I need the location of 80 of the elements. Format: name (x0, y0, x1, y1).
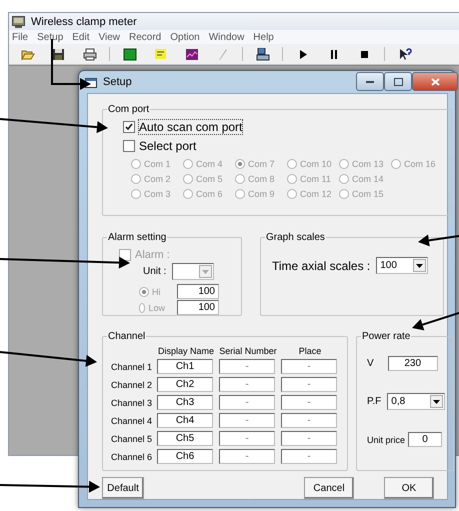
menu-item[interactable]: Record (129, 32, 162, 42)
field-label: Unit price (367, 434, 406, 444)
checkbox[interactable] (123, 120, 135, 132)
monitor-icon (12, 16, 25, 28)
column-header: Display Name (157, 346, 215, 356)
folder-icon[interactable] (20, 48, 34, 60)
square-icon[interactable] (122, 48, 136, 60)
ok-button[interactable]: OK (384, 477, 434, 499)
printer-icon[interactable] (82, 48, 96, 60)
place-field[interactable]: - (281, 377, 337, 392)
place-field[interactable]: - (281, 359, 337, 374)
checkbox[interactable] (123, 140, 135, 152)
checkbox-label: Alarm : (135, 248, 170, 260)
group-label: Graph scales (265, 232, 326, 243)
help-icon[interactable] (398, 48, 412, 60)
minimize-button[interactable] (356, 72, 384, 91)
menu-item[interactable]: Edit (72, 32, 90, 42)
computer-icon[interactable] (256, 48, 270, 60)
checkbox-label[interactable]: Auto scan com port (139, 120, 242, 134)
name-field[interactable]: Ch2 (157, 377, 213, 392)
serial-field[interactable]: - (219, 413, 275, 428)
field-label: V (367, 358, 374, 369)
menu-item[interactable]: Setup (37, 32, 64, 42)
place-field[interactable]: - (281, 413, 337, 428)
field-label: Time axial scales : (272, 258, 370, 272)
column-header: Place (298, 346, 322, 356)
place-field[interactable]: - (281, 431, 337, 446)
default-button[interactable]: Default (102, 477, 144, 499)
channel-label: Channel 1 (111, 362, 153, 372)
menu-item[interactable]: Option (170, 32, 200, 42)
channel-label: Channel 4 (111, 416, 153, 426)
serial-field[interactable]: - (219, 377, 275, 392)
group-label: Channel (107, 331, 146, 342)
dropdown-arrow-icon[interactable] (416, 264, 424, 268)
channel-label: Channel 3 (111, 398, 153, 408)
serial-field[interactable]: - (219, 395, 275, 410)
unit-dropdown[interactable] (172, 263, 214, 280)
scale-dropdown[interactable]: 100 (376, 257, 428, 274)
name-field[interactable]: Ch6 (157, 449, 213, 464)
chart-icon[interactable] (184, 48, 198, 60)
voltage-field[interactable]: 230 (388, 356, 438, 371)
serial-field[interactable]: - (219, 359, 275, 374)
save-icon[interactable] (52, 48, 66, 60)
price-field[interactable]: 0 (408, 432, 442, 447)
name-field[interactable]: Ch4 (157, 413, 213, 428)
column-header: Serial Number (219, 346, 277, 356)
serial-field[interactable]: - (219, 449, 275, 464)
menu-item[interactable]: View (98, 32, 120, 42)
note-icon[interactable] (154, 48, 168, 60)
channel-label: Channel 2 (111, 380, 153, 390)
name-field[interactable]: Ch1 (157, 359, 213, 374)
close-button[interactable] (412, 72, 458, 91)
group-label: Alarm setting (107, 232, 168, 243)
check-icon (125, 122, 133, 130)
group-label: Power rate (361, 331, 412, 342)
maximize-button[interactable] (384, 72, 412, 91)
checkbox-label[interactable]: Select port (139, 138, 196, 152)
dialog-title: Setup (103, 76, 132, 88)
maximize-icon (394, 78, 402, 86)
close-icon (430, 78, 440, 86)
menu-item[interactable]: Window (208, 32, 244, 42)
serial-field[interactable]: - (219, 431, 275, 446)
pointer-arrow (412, 312, 459, 330)
channel-label: Channel 6 (111, 452, 153, 462)
place-field[interactable]: - (281, 395, 337, 410)
field-label: P.F (367, 396, 382, 407)
dropdown-arrow-icon[interactable] (433, 400, 440, 404)
name-field[interactable]: Ch5 (157, 431, 213, 446)
group-label: Com port (107, 104, 150, 115)
place-field[interactable]: - (281, 449, 337, 464)
window-title: Wireless clamp meter (31, 16, 137, 28)
power-factor-dropdown[interactable]: 0,8 (387, 393, 446, 410)
name-field[interactable]: Ch3 (157, 395, 213, 410)
minimize-icon (366, 80, 374, 83)
field-label: Unit : (143, 266, 166, 277)
channel-label: Channel 5 (111, 434, 153, 444)
cancel-button[interactable]: Cancel (304, 477, 354, 499)
pointer-arrow (418, 234, 459, 246)
menu-item[interactable]: Help (253, 32, 274, 42)
menu-item[interactable]: File (12, 32, 28, 42)
